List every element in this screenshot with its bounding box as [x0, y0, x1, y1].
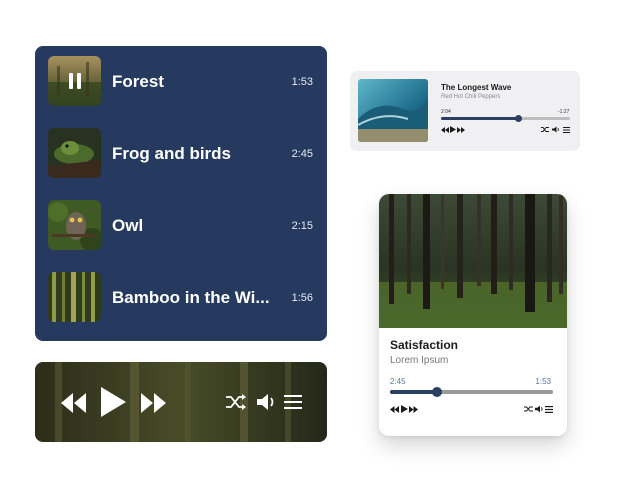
- volume-icon[interactable]: [256, 392, 278, 412]
- elapsed-time: 2:45: [390, 377, 406, 386]
- frog-thumbnail: [48, 128, 101, 178]
- playlist-panel: Forest 1:53 Frog and birds 2:45 Owl 2:15…: [35, 46, 327, 341]
- shuffle-icon[interactable]: [524, 405, 533, 413]
- track-title: Frog and birds: [112, 144, 231, 163]
- rewind-icon[interactable]: [390, 406, 399, 413]
- track-title: Bamboo in the Wi...: [112, 288, 270, 307]
- wave-album-art: [358, 79, 428, 142]
- progress-fill: [441, 117, 519, 120]
- menu-icon[interactable]: [284, 394, 302, 410]
- progress-fill: [390, 390, 438, 394]
- rewind-icon[interactable]: [59, 391, 87, 415]
- rewind-icon[interactable]: [441, 127, 449, 133]
- song-title: The Longest Wave: [441, 83, 512, 92]
- pause-icon[interactable]: [48, 56, 101, 106]
- remaining-time: -1:27: [558, 109, 570, 115]
- forest-album-art: [379, 194, 567, 328]
- track-title: Owl: [112, 216, 144, 235]
- track-duration: 2:15: [291, 220, 313, 232]
- bamboo-thumbnail: [48, 272, 101, 322]
- track-duration: 2:45: [291, 148, 313, 160]
- progress-bar[interactable]: [390, 387, 553, 397]
- fast-forward-icon[interactable]: [457, 127, 465, 133]
- menu-icon[interactable]: [563, 127, 570, 133]
- card-player: Satisfaction Lorem Ipsum 2:45 1:53: [379, 194, 567, 436]
- play-icon[interactable]: [450, 126, 456, 133]
- progress-knob[interactable]: [515, 115, 523, 122]
- fast-forward-icon[interactable]: [140, 391, 168, 415]
- shuffle-icon[interactable]: [225, 393, 247, 411]
- track-title: Forest: [112, 72, 164, 91]
- forest-thumbnail: [48, 56, 101, 106]
- play-icon[interactable]: [99, 386, 127, 418]
- playlist-item-owl[interactable]: Owl 2:15: [35, 190, 327, 262]
- mini-player: The Longest Wave Red Hot Chili Peppers 2…: [350, 71, 580, 151]
- song-title: Satisfaction: [390, 338, 459, 352]
- playlist-item-forest[interactable]: Forest 1:53: [35, 46, 327, 118]
- progress-knob[interactable]: [432, 387, 443, 397]
- remaining-time: 1:53: [535, 377, 551, 386]
- progress-bar[interactable]: [441, 115, 570, 122]
- play-icon[interactable]: [401, 405, 408, 413]
- playlist-item-frog-and-birds[interactable]: Frog and birds 2:45: [35, 118, 327, 190]
- owl-thumbnail: [48, 200, 101, 250]
- artist-name: Lorem Ipsum: [390, 355, 449, 366]
- menu-icon[interactable]: [545, 406, 553, 413]
- fast-forward-icon[interactable]: [409, 406, 418, 413]
- playlist-item-bamboo[interactable]: Bamboo in the Wi... 1:56: [35, 262, 327, 334]
- bamboo-control-bar: [35, 362, 327, 442]
- elapsed-time: 2:04: [441, 109, 451, 115]
- volume-icon[interactable]: [552, 126, 560, 133]
- track-duration: 1:56: [291, 292, 313, 304]
- track-duration: 1:53: [291, 76, 313, 88]
- volume-icon[interactable]: [535, 405, 544, 413]
- shuffle-icon[interactable]: [541, 126, 549, 133]
- artist-name: Red Hot Chili Peppers: [441, 94, 501, 100]
